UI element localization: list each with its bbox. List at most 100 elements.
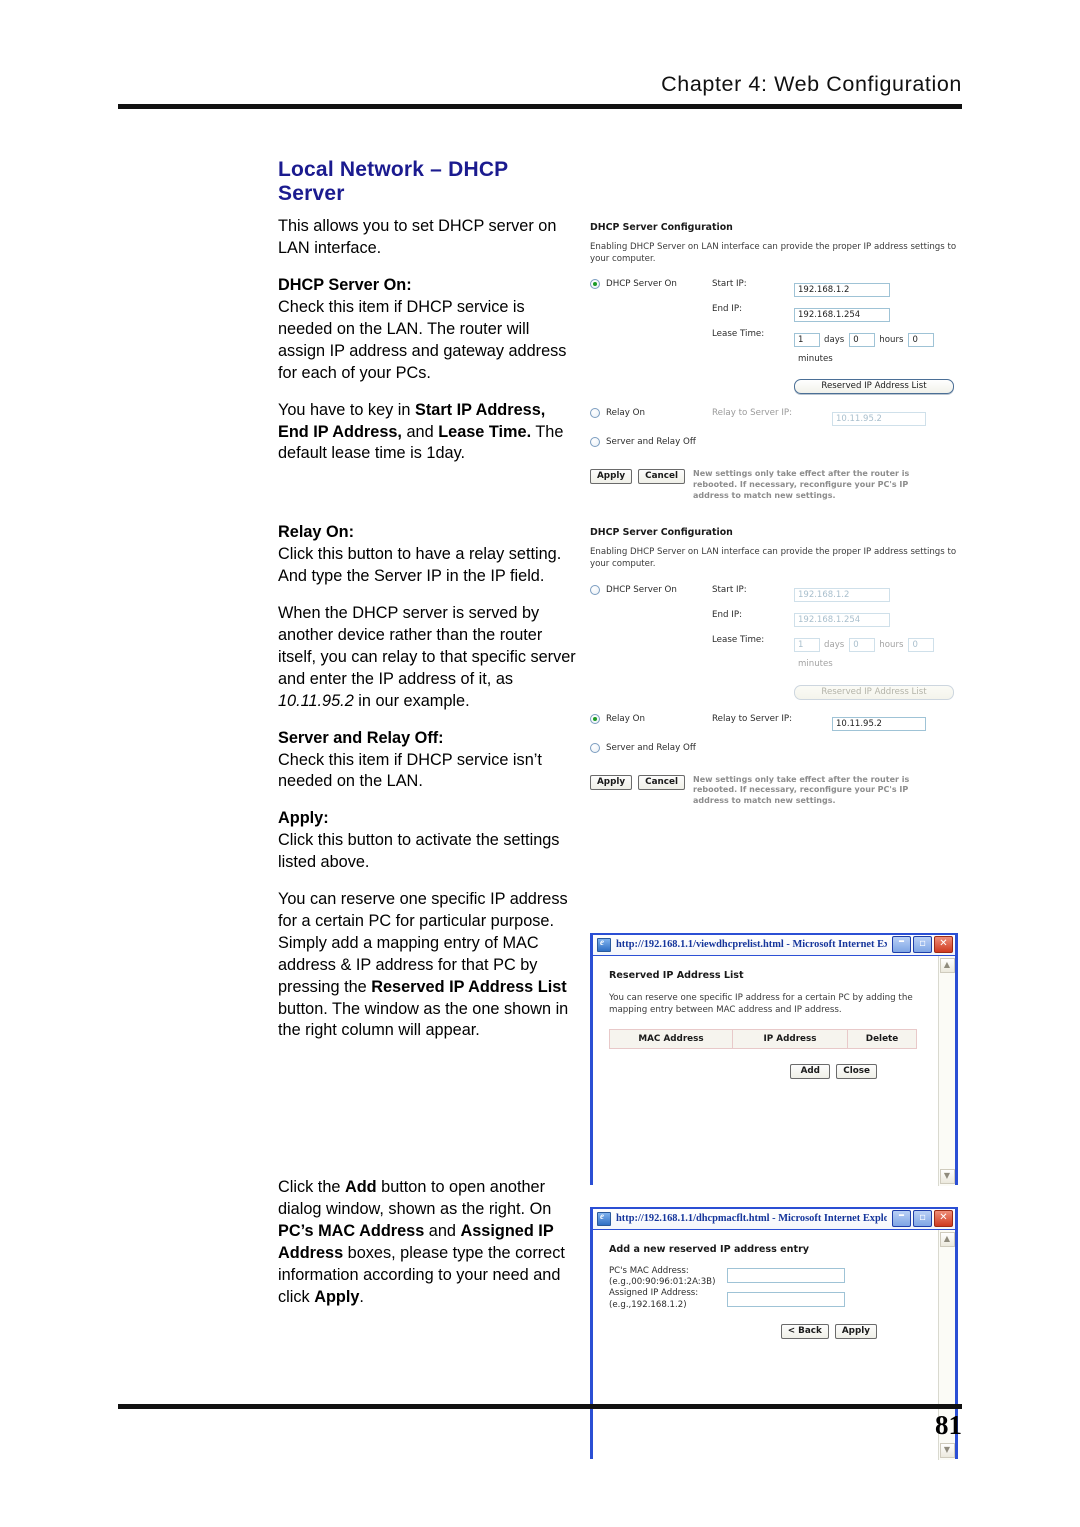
radio-button-icon[interactable]	[590, 584, 600, 595]
add-text-1: Click the	[278, 1178, 345, 1197]
lease-days-input[interactable]: 1	[794, 638, 820, 653]
cancel-button[interactable]: Cancel	[638, 469, 686, 485]
assigned-ip-input[interactable]	[727, 1291, 845, 1307]
key-in-text-1: You have to key in	[278, 400, 415, 419]
relay-on-text: Click this button to have a relay settin…	[278, 545, 562, 586]
lease-days-input[interactable]: 1	[794, 332, 820, 347]
scroll-down-icon[interactable]: ▼	[939, 1442, 955, 1458]
reserved-ip-table: MAC Address IP Address Delete	[609, 1029, 917, 1050]
add-entry-heading: Add a new reserved IP address entry	[609, 1243, 810, 1255]
radio-label: Server and Relay Off	[606, 437, 696, 448]
radio-button-icon[interactable]	[590, 437, 600, 448]
window-controls: – ▫ ✕	[892, 1208, 953, 1228]
radio-button-icon[interactable]	[590, 408, 600, 419]
lease-minutes-unit: minutes	[798, 353, 833, 364]
form-field-column	[727, 1266, 845, 1316]
lease-hours-unit: hours	[879, 640, 904, 651]
close-button[interactable]: ✕	[934, 936, 953, 954]
vertical-scrollbar[interactable]: ▲ ▼	[938, 955, 955, 1186]
add-button[interactable]: Add	[790, 1064, 831, 1080]
start-ip-input[interactable]: 192.168.1.2	[794, 282, 890, 297]
close-list-button[interactable]: Close	[836, 1064, 877, 1080]
apply-text: Click this button to activate the settin…	[278, 831, 560, 872]
end-ip-input[interactable]: 192.168.1.254	[794, 307, 890, 322]
dhcp-server-config-panel-relay-on: DHCP Server Configuration Enabling DHCP …	[590, 527, 976, 807]
key-in-text-2: and	[401, 422, 439, 441]
radio-relay-on[interactable]: Relay On	[590, 713, 712, 724]
window-titlebar[interactable]: http://192.168.1.1/dhcpmacflt.html - Mic…	[593, 1208, 955, 1230]
end-ip-label: End IP:	[712, 304, 742, 315]
relay-ip-field-cell: 10.11.95.2	[832, 714, 976, 733]
radio-server-and-relay-off[interactable]: Server and Relay Off	[590, 437, 696, 448]
close-button[interactable]: ✕	[934, 1210, 953, 1228]
assigned-ip-hint: (e.g.,192.168.1.2)	[609, 1299, 687, 1310]
reserved-ip-address-list-button[interactable]: Reserved IP Address List	[794, 379, 954, 395]
apply-button[interactable]: Apply	[834, 1323, 877, 1339]
reserve-bold-1: Reserved IP Address List	[371, 977, 567, 996]
radio-dhcp-server-on[interactable]: DHCP Server On	[590, 279, 712, 290]
footer-rule	[118, 1404, 962, 1409]
add-bold-4: Apply	[314, 1287, 360, 1306]
maximize-icon: ▫	[919, 938, 926, 950]
relay-detail-text-2: in our example.	[353, 691, 470, 710]
window-titlebar[interactable]: http://192.168.1.1/viewdhcprelist.html -…	[593, 934, 955, 956]
dhcp-server-on-text: Check this item if DHCP service is neede…	[278, 298, 567, 382]
key-in-bold-2: Lease Time.	[438, 422, 532, 441]
mac-address-input[interactable]	[727, 1267, 845, 1283]
window-title: http://192.168.1.1/viewdhcprelist.html -…	[616, 939, 887, 951]
lease-hours-input[interactable]: 0	[849, 638, 876, 653]
radio-button-icon[interactable]	[590, 742, 600, 753]
minimize-icon: –	[898, 1208, 905, 1224]
start-ip-input[interactable]: 192.168.1.2	[794, 588, 890, 603]
relay-to-server-ip-input[interactable]: 10.11.95.2	[832, 411, 926, 426]
radio-relay-on[interactable]: Relay On	[590, 408, 712, 419]
column-header-ip-address: IP Address	[732, 1029, 848, 1050]
radio-button-icon[interactable]	[590, 279, 600, 290]
window-body: Reserved IP Address List You can reserve…	[593, 955, 955, 1186]
radio-label: DHCP Server On	[606, 279, 677, 290]
minimize-button[interactable]: –	[892, 934, 911, 954]
radio-dhcp-server-on[interactable]: DHCP Server On	[590, 584, 712, 595]
back-button[interactable]: < Back	[780, 1323, 829, 1339]
page-number: 81	[935, 1410, 962, 1440]
server-relay-off-heading: Server and Relay Off:	[278, 728, 444, 747]
radio-label: Relay On	[606, 408, 645, 419]
relay-detail-example-ip: 10.11.95.2	[278, 691, 354, 710]
relay-on-heading: Relay On:	[278, 523, 355, 542]
apply-button[interactable]: Apply	[590, 469, 633, 485]
add-bold-1: Add	[344, 1178, 377, 1197]
relay-on-block: Relay On: Click this button to have a re…	[278, 522, 578, 588]
ie-favicon-icon	[597, 1211, 611, 1226]
scroll-down-icon[interactable]: ▼	[939, 1168, 955, 1184]
scroll-up-icon[interactable]: ▲	[939, 957, 955, 973]
relay-detail-paragraph: When the DHCP server is served by anothe…	[278, 603, 578, 713]
radio-server-and-relay-off[interactable]: Server and Relay Off	[590, 742, 696, 753]
end-ip-input[interactable]: 192.168.1.254	[794, 613, 890, 628]
end-ip-label: End IP:	[712, 609, 742, 620]
panel-footer: Apply Cancel New settings only take effe…	[590, 469, 976, 501]
maximize-button[interactable]: ▫	[913, 1210, 932, 1228]
reserve-text-2: button. The window as the one shown in t…	[278, 999, 569, 1040]
mac-address-hint: (e.g.,00:90:96:01:2A:3B)	[609, 1277, 716, 1288]
list-button-row: Add Close	[609, 1064, 877, 1080]
page-title: Local Network – DHCP Server	[278, 158, 509, 206]
cancel-button[interactable]: Cancel	[638, 774, 686, 790]
radio-label: Server and Relay Off	[606, 742, 696, 753]
start-ip-field-cell: 192.168.1.2	[794, 279, 976, 298]
lease-hours-input[interactable]: 0	[849, 332, 876, 347]
apply-button[interactable]: Apply	[590, 774, 633, 790]
form-label-column: PC's MAC Address: (e.g.,00:90:96:01:2A:3…	[609, 1266, 727, 1311]
minimize-icon: –	[898, 934, 905, 950]
lease-minutes-input[interactable]: 0	[908, 638, 935, 653]
relay-to-server-ip-input[interactable]: 10.11.95.2	[832, 717, 926, 732]
scroll-up-icon[interactable]: ▲	[939, 1231, 955, 1247]
row-relay-on: Relay On Relay to Server IP: 10.11.95.2	[590, 713, 976, 733]
radio-button-icon[interactable]	[590, 713, 600, 724]
maximize-button[interactable]: ▫	[913, 936, 932, 954]
panel-description: Enabling DHCP Server on LAN interface ca…	[590, 242, 957, 264]
minimize-button[interactable]: –	[892, 1208, 911, 1228]
add-text-3: and	[424, 1222, 461, 1241]
reserved-ip-address-list-button[interactable]: Reserved IP Address List	[794, 684, 954, 700]
lease-minutes-input[interactable]: 0	[908, 332, 935, 347]
